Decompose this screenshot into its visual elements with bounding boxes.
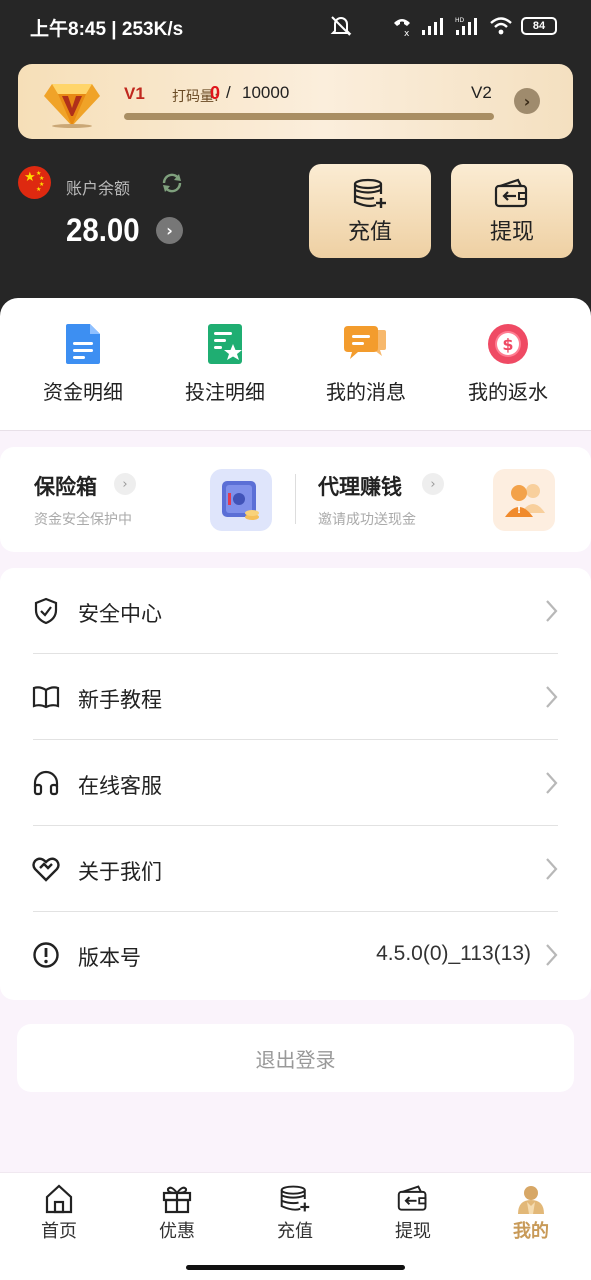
- svg-text:x: x: [404, 29, 410, 37]
- chevron-right-icon: [546, 772, 558, 794]
- recharge-button[interactable]: 充值: [309, 164, 431, 258]
- menu-item-label: 新手教程: [78, 688, 162, 712]
- tab-withdraw[interactable]: 提现: [368, 1183, 458, 1243]
- profile-icon: [518, 1186, 544, 1214]
- withdraw-button[interactable]: 提现: [451, 164, 573, 258]
- quick-link-bet-details[interactable]: 投注明细: [151, 322, 299, 405]
- tab-label: 优惠: [159, 1221, 195, 1242]
- document-icon: [66, 324, 100, 364]
- info-icon: [33, 942, 59, 968]
- heart-link-icon: [32, 857, 60, 882]
- svg-text:HD: HD: [455, 17, 465, 24]
- tab-recharge[interactable]: 充值: [250, 1183, 340, 1243]
- menu-item-label: 在线客服: [78, 774, 162, 798]
- menu-item-security-center[interactable]: 安全中心: [0, 568, 591, 654]
- battery-icon: 84: [521, 17, 557, 35]
- svg-text:!: !: [517, 505, 522, 516]
- chevron-right-icon: [546, 600, 558, 622]
- status-icons: x HD 84: [329, 15, 557, 37]
- safe-box-subtitle: 资金安全保护中: [34, 512, 132, 528]
- wallet-icon: [494, 178, 528, 208]
- withdraw-label: 提现: [489, 220, 534, 245]
- tab-label: 充值: [277, 1221, 313, 1242]
- chevron-right-icon: [546, 944, 558, 966]
- call-icon: x: [394, 19, 410, 37]
- agent-people-icon: !: [493, 469, 555, 531]
- wager-target: 10000: [242, 83, 290, 102]
- menu-item-version[interactable]: 版本号 4.5.0(0)_113(13): [0, 912, 591, 998]
- version-value: 4.5.0(0)_113(13): [376, 942, 531, 965]
- rebate-icon: $: [488, 324, 528, 364]
- chevron-right-icon[interactable]: ›: [514, 88, 540, 114]
- quick-link-fund-details[interactable]: 资金明细: [9, 322, 157, 405]
- gift-icon: [162, 1186, 192, 1214]
- status-bar: 上午8:45 | 253K/s x HD 84: [0, 0, 591, 54]
- quick-link-label: 资金明细: [43, 380, 123, 404]
- logout-button[interactable]: 退出登录: [17, 1024, 574, 1092]
- menu-item-online-service[interactable]: 在线客服: [0, 740, 591, 826]
- quick-link-label: 我的消息: [326, 380, 406, 404]
- menu-item-beginner-tutorial[interactable]: 新手教程: [0, 654, 591, 740]
- menu-item-about-us[interactable]: 关于我们: [0, 826, 591, 912]
- recharge-icon: [280, 1185, 310, 1212]
- vip-next-level: V2: [471, 83, 492, 102]
- balance-label: 账户余额: [66, 179, 131, 198]
- chevron-right-icon[interactable]: ›: [156, 217, 183, 244]
- book-icon: [32, 686, 60, 709]
- chevron-right-icon: [546, 858, 558, 880]
- tab-home[interactable]: 首页: [14, 1183, 104, 1243]
- wifi-icon: [490, 17, 512, 35]
- menu-item-label: 安全中心: [78, 602, 162, 626]
- vip-progress-bar: [124, 113, 494, 120]
- agent-subtitle: 邀请成功送现金: [318, 512, 416, 528]
- menu-item-label: 关于我们: [78, 860, 162, 884]
- bottom-tab-bar: 首页 优惠 充值 提现 我的: [0, 1172, 591, 1280]
- quick-link-messages[interactable]: 我的消息: [292, 322, 440, 405]
- home-indicator[interactable]: [186, 1265, 405, 1270]
- settings-menu: 安全中心 新手教程 在线客服 关于我们 版本号 4.5.0(0)_113(13): [0, 568, 591, 1000]
- quick-links-panel: 资金明细 投注明细 我的消息 $ 我的返水: [0, 298, 591, 431]
- safe-box-icon: [210, 469, 272, 531]
- mute-bell-icon: [330, 16, 352, 36]
- shield-icon: [34, 597, 58, 625]
- tab-label: 首页: [41, 1221, 77, 1242]
- home-icon: [45, 1184, 73, 1214]
- feature-cards: 保险箱 › 资金安全保护中 代理赚钱 › 邀请成功送现金 !: [0, 447, 591, 552]
- recharge-label: 充值: [347, 220, 392, 245]
- svg-text:$: $: [502, 335, 513, 354]
- message-icon: [344, 326, 386, 359]
- tab-profile[interactable]: 我的: [486, 1183, 576, 1243]
- account-header: 上午8:45 | 253K/s x HD 84 V1 打码量: 0 / 1000…: [0, 0, 591, 330]
- quick-link-label: 投注明细: [185, 380, 265, 404]
- vip-current-level: V1: [124, 84, 145, 103]
- wager-current: 0: [210, 83, 221, 103]
- recharge-icon: [353, 178, 386, 208]
- quick-link-label: 我的返水: [468, 380, 548, 404]
- refresh-icon[interactable]: [160, 171, 184, 195]
- chevron-right-icon: ›: [114, 473, 136, 495]
- status-time: 上午8:45 | 253K/s: [30, 19, 184, 40]
- signal-icon: [422, 18, 443, 35]
- bet-list-icon: [208, 324, 242, 364]
- tab-promotions[interactable]: 优惠: [132, 1183, 222, 1243]
- card-divider: [295, 474, 296, 524]
- china-flag-icon: ★ ★ ★ ★ ★: [18, 166, 51, 199]
- vip-gem-icon: [44, 84, 100, 128]
- tab-label: 我的: [513, 1221, 549, 1242]
- wallet-icon: [397, 1185, 427, 1211]
- safe-box-title: 保险箱: [34, 475, 97, 499]
- chevron-right-icon: [546, 686, 558, 708]
- vip-progress-card[interactable]: V1 打码量: 0 / 10000 V2 ›: [18, 64, 573, 139]
- tab-label: 提现: [395, 1221, 431, 1242]
- chevron-right-icon: ›: [422, 473, 444, 495]
- balance-value: 28.00: [66, 212, 140, 248]
- quick-link-rebate[interactable]: $ 我的返水: [434, 322, 582, 405]
- menu-item-label: 版本号: [78, 946, 141, 970]
- hd-signal-icon: HD: [455, 17, 477, 35]
- headset-icon: [33, 770, 59, 796]
- agent-title: 代理赚钱: [318, 475, 402, 499]
- wager-separator: /: [226, 83, 231, 102]
